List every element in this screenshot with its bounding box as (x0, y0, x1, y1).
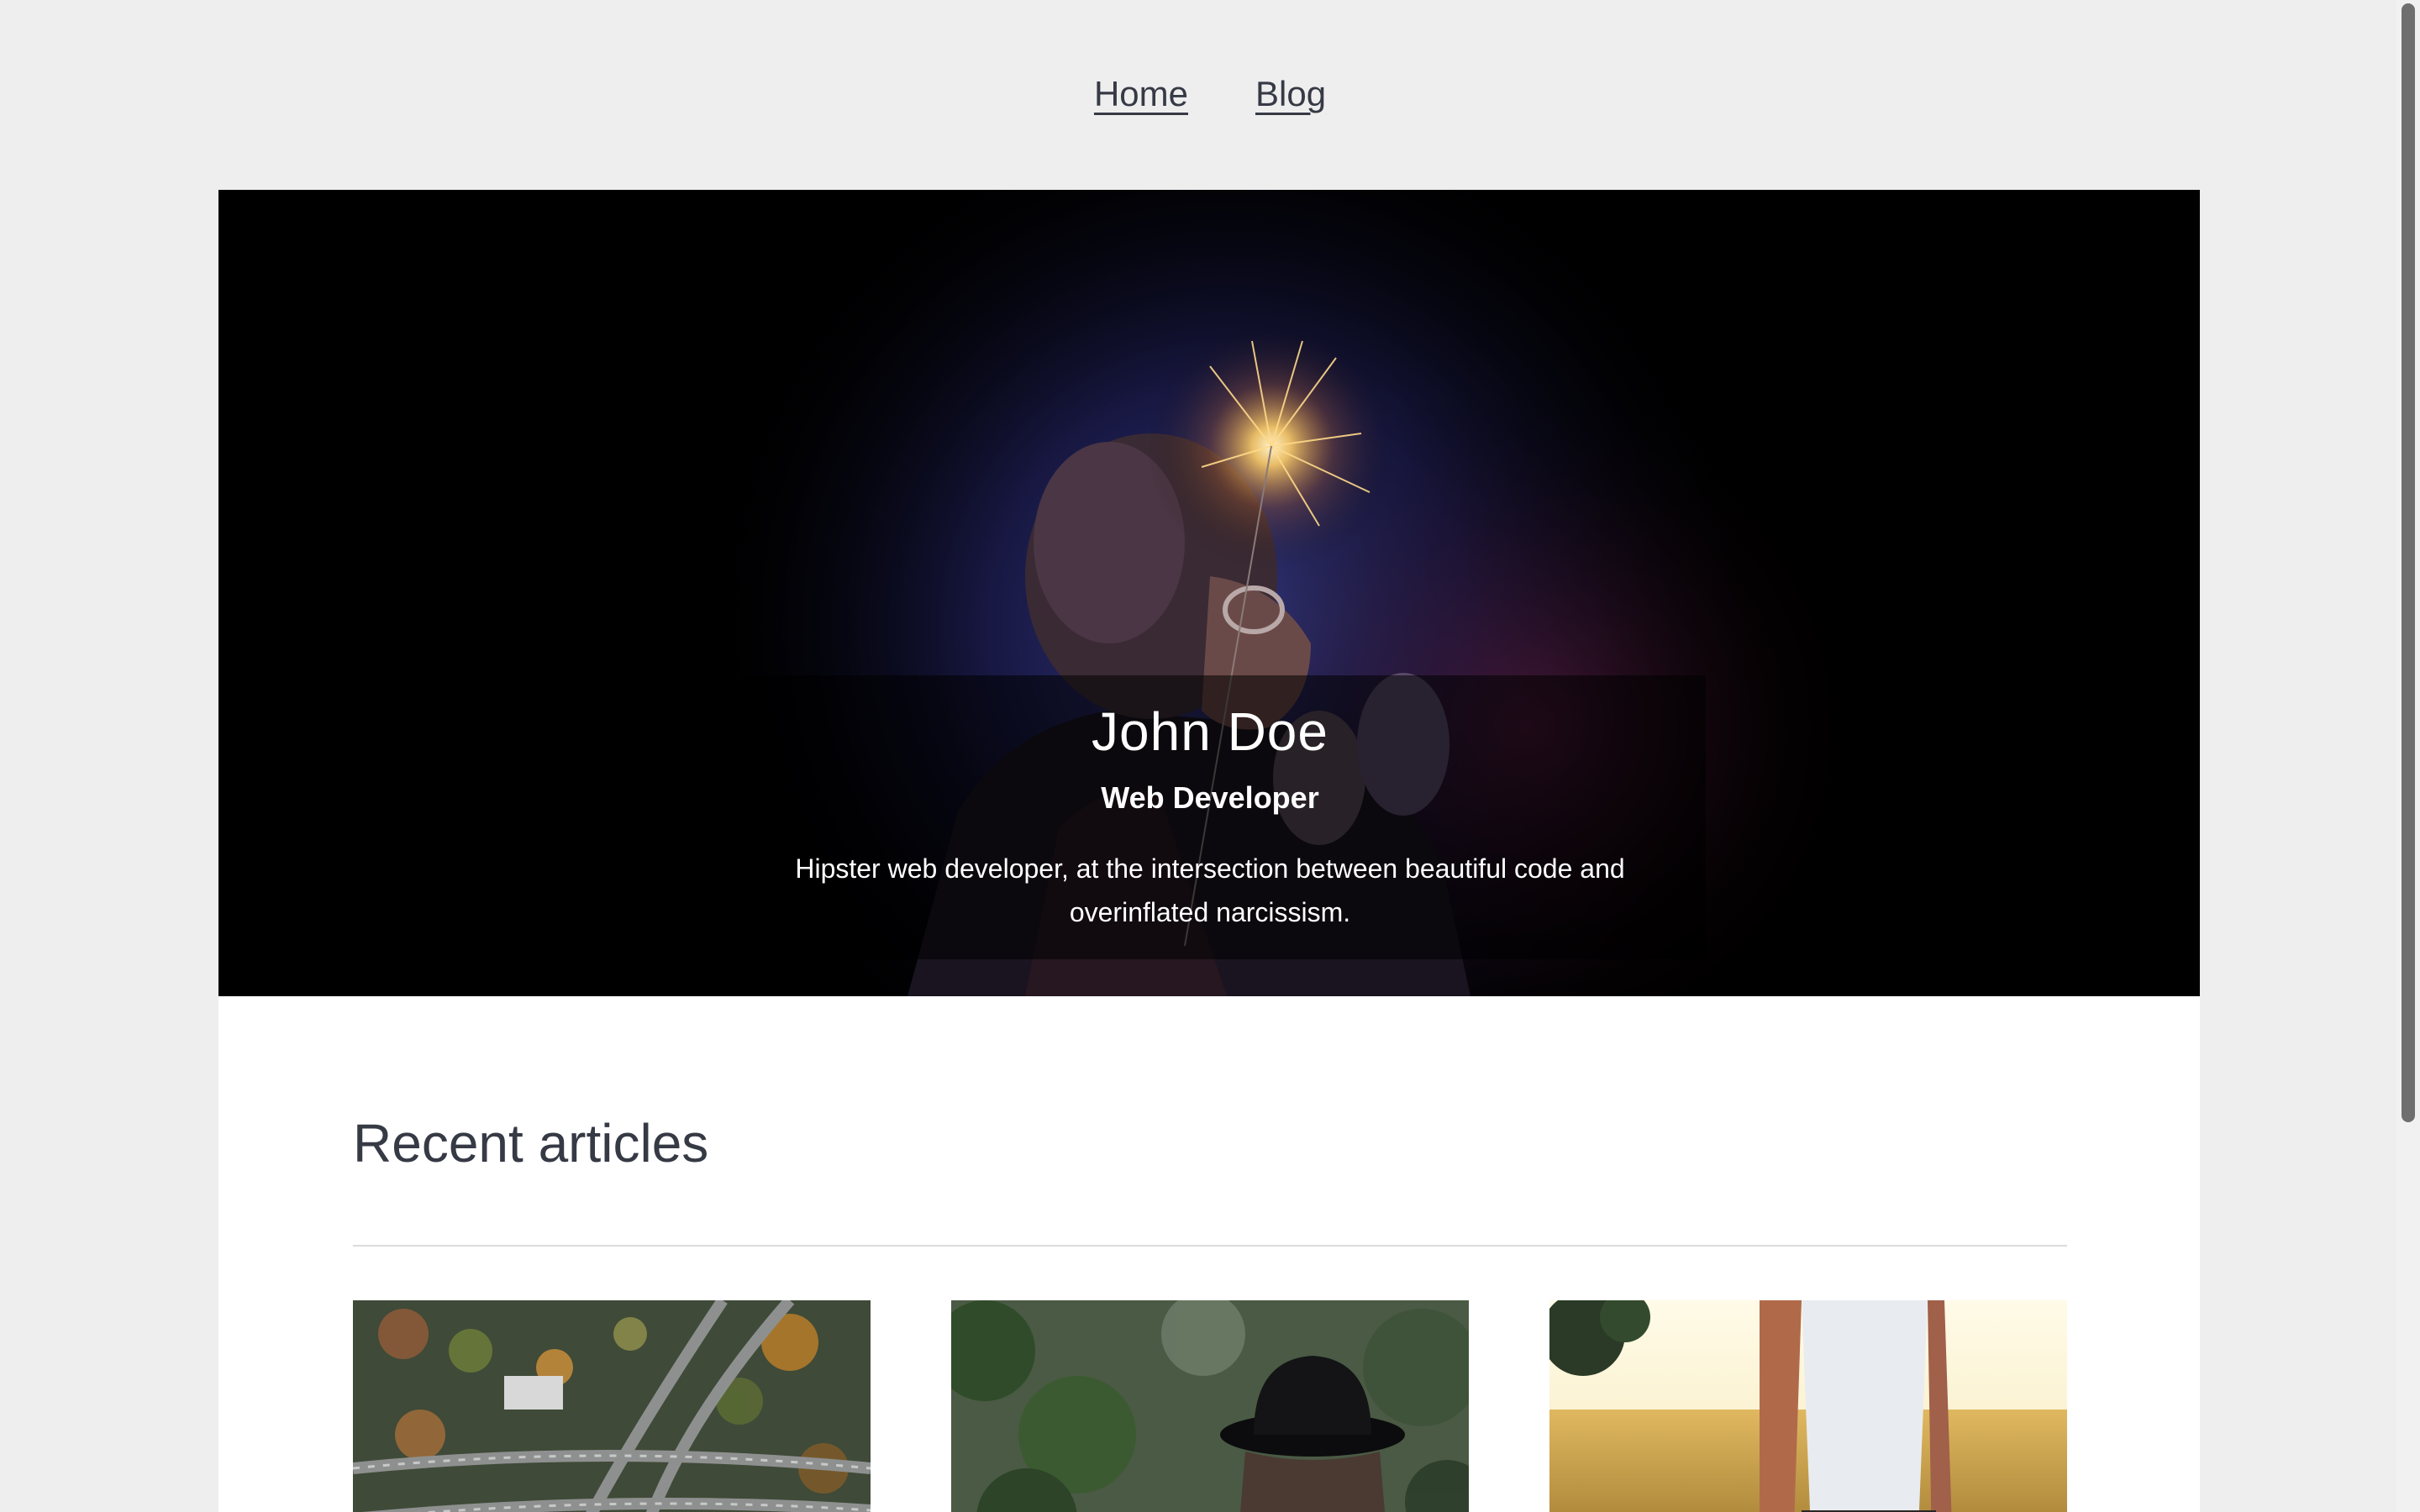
article-grid (353, 1300, 2067, 1512)
field-portrait-image (1549, 1300, 2067, 1512)
section-title: Recent articles (353, 1113, 709, 1173)
hero-caption: John Doe Web Developer Hipster web devel… (714, 675, 1706, 959)
article-card-image-hat[interactable] (951, 1300, 1469, 1512)
hero-bio: Hipster web developer, at the intersecti… (795, 853, 1625, 927)
hero-banner: John Doe Web Developer Hipster web devel… (218, 190, 2200, 996)
forest-hat-image (951, 1300, 1469, 1512)
top-nav: Home Blog (0, 67, 2420, 121)
nav-link-home[interactable]: Home (1094, 67, 1188, 121)
article-card-image-field[interactable] (1549, 1300, 2067, 1512)
section-divider (353, 1245, 2067, 1247)
hero-role: Web Developer (1101, 780, 1319, 815)
nav-link-blog[interactable]: Blog (1255, 67, 1326, 121)
article-card-image-highway[interactable] (353, 1300, 871, 1512)
scrollbar[interactable] (2396, 0, 2420, 1512)
highway-aerial-image (353, 1300, 871, 1512)
main-card: John Doe Web Developer Hipster web devel… (218, 190, 2200, 1512)
hero-name: John Doe (1092, 701, 1328, 762)
scrollbar-thumb[interactable] (2402, 3, 2415, 1122)
